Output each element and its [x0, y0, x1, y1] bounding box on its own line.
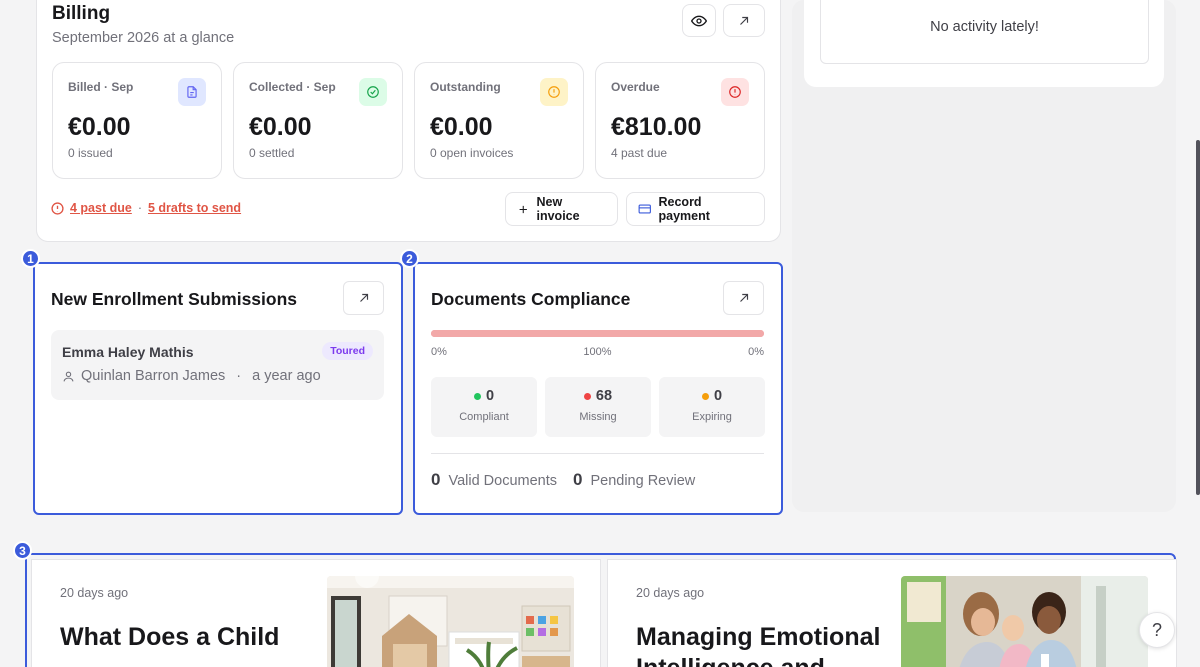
documents-widget: Documents Compliance 0% 100% 0% 0 Complia… — [413, 262, 783, 515]
plus-icon — [519, 205, 527, 213]
stat-value: €0.00 — [249, 113, 312, 141]
submission-meta: Quinlan Barron James · a year ago — [62, 368, 321, 384]
status-dot — [583, 392, 591, 400]
missing-percent: 100% — [583, 346, 612, 358]
stat-label: Billed · Sep — [68, 80, 134, 94]
record-payment-label: Record payment — [658, 195, 710, 223]
stat-sub: 0 settled — [249, 146, 295, 160]
compliance-stat-expiring: 0 Expiring — [659, 377, 765, 437]
article-card[interactable]: 20 days ago What Does a Child — [31, 559, 601, 667]
user-icon — [63, 371, 74, 381]
stat-label: Outstanding — [430, 80, 501, 94]
enrollment-widget: New Enrollment Submissions Emma Haley Ma… — [33, 262, 403, 515]
compliance-stat-missing: 68 Missing — [545, 377, 651, 437]
billing-subtitle: September 2026 at a glance — [52, 30, 235, 46]
stat-label: Compliant — [459, 411, 509, 423]
stat-count: 0 — [713, 388, 723, 404]
eye-icon — [691, 15, 707, 26]
arrow-up-right-icon — [739, 293, 748, 302]
meta-separator: · — [236, 368, 242, 384]
activity-empty-text: No activity lately! — [930, 19, 1039, 35]
status-badge: Toured — [322, 342, 373, 360]
billing-title: Billing — [52, 3, 111, 24]
documents-footer: 0 Valid Documents 0 Pending Review — [431, 470, 695, 490]
teacher-parent-image — [901, 576, 1148, 667]
widget-number-badge: 1 — [21, 249, 40, 268]
billing-stat-card: Collected · Sep €0.00 0 settled — [233, 62, 403, 179]
credit-card-icon — [638, 204, 651, 214]
stat-count: 68 — [595, 388, 613, 404]
article-title: What Does a Child — [60, 623, 280, 651]
clock-alert-icon — [540, 78, 568, 106]
status-dot — [701, 392, 709, 400]
stat-value: €0.00 — [430, 113, 493, 141]
drafts-link[interactable]: 5 drafts to send — [148, 201, 241, 215]
expiring-percent: 0% — [748, 346, 764, 358]
stat-count: 0 — [485, 388, 495, 404]
enrollment-submission-row[interactable]: Emma Haley Mathis Toured Quinlan Barron … — [51, 330, 384, 400]
document-icon — [178, 78, 206, 106]
valid-label: Valid Documents — [448, 473, 557, 489]
open-billing-button[interactable] — [723, 4, 765, 37]
stat-value: €0.00 — [68, 113, 131, 141]
compliant-percent: 0% — [431, 346, 447, 358]
stat-label: Overdue — [611, 80, 660, 94]
child-name: Emma Haley Mathis — [62, 344, 194, 360]
new-invoice-button[interactable]: New invoice — [505, 192, 618, 226]
parent-name: Quinlan Barron James — [81, 368, 226, 384]
submission-time: a year ago — [252, 368, 321, 384]
valid-count: 0 — [431, 470, 441, 489]
articles-widget: 20 days ago What Does a Child 20 days ag… — [25, 553, 1177, 667]
pending-count: 0 — [573, 470, 583, 489]
stat-label: Missing — [579, 411, 617, 423]
past-due-link[interactable]: 4 past due — [70, 201, 132, 215]
stat-sub: 0 open invoices — [430, 146, 514, 160]
billing-stat-card: Overdue €810.00 4 past due — [595, 62, 765, 179]
billing-stat-card: Billed · Sep €0.00 0 issued — [52, 62, 222, 179]
alert-separator: · — [137, 201, 142, 215]
activity-empty-box: No activity lately! — [820, 0, 1149, 64]
divider — [431, 453, 764, 454]
compliance-stat-compliant: 0 Compliant — [431, 377, 537, 437]
article-title: Managing Emotional Intelligence and — [636, 623, 881, 667]
documents-title: Documents Compliance — [431, 289, 631, 309]
progress-labels: 0% 100% 0% — [431, 346, 764, 358]
missing-fill — [431, 330, 764, 337]
status-dot — [473, 392, 481, 400]
widget-number-badge: 2 — [400, 249, 419, 268]
window-edge-bar — [1196, 140, 1200, 495]
help-button[interactable]: ? — [1139, 612, 1175, 648]
stat-value: €810.00 — [611, 113, 702, 141]
billing-stat-card: Outstanding €0.00 0 open invoices — [414, 62, 584, 179]
billing-alert: 4 past due · 5 drafts to send — [51, 201, 241, 215]
open-enrollments-button[interactable] — [343, 281, 384, 315]
record-payment-button[interactable]: Record payment — [626, 192, 765, 226]
stat-label: Expiring — [692, 411, 732, 423]
new-invoice-label: New invoice — [536, 195, 580, 223]
pending-label: Pending Review — [590, 473, 696, 489]
arrow-up-right-icon — [740, 16, 749, 25]
stat-sub: 4 past due — [611, 146, 668, 160]
check-circle-icon — [359, 78, 387, 106]
alert-circle-icon — [721, 78, 749, 106]
article-card[interactable]: 20 days ago Managing Emotional Intellige… — [607, 559, 1177, 667]
stat-sub: 0 issued — [68, 146, 113, 160]
toggle-visibility-button[interactable] — [682, 4, 716, 37]
compliance-progress-bar — [431, 330, 764, 337]
arrow-up-right-icon — [359, 293, 368, 302]
widget-number-badge: 3 — [13, 541, 32, 560]
classroom-image — [327, 576, 574, 667]
alert-circle-icon — [51, 201, 64, 215]
stat-label: Collected · Sep — [249, 80, 336, 94]
enrollment-title: New Enrollment Submissions — [51, 289, 298, 309]
open-documents-button[interactable] — [723, 281, 764, 315]
article-date: 20 days ago — [636, 586, 705, 600]
article-date: 20 days ago — [60, 586, 129, 600]
